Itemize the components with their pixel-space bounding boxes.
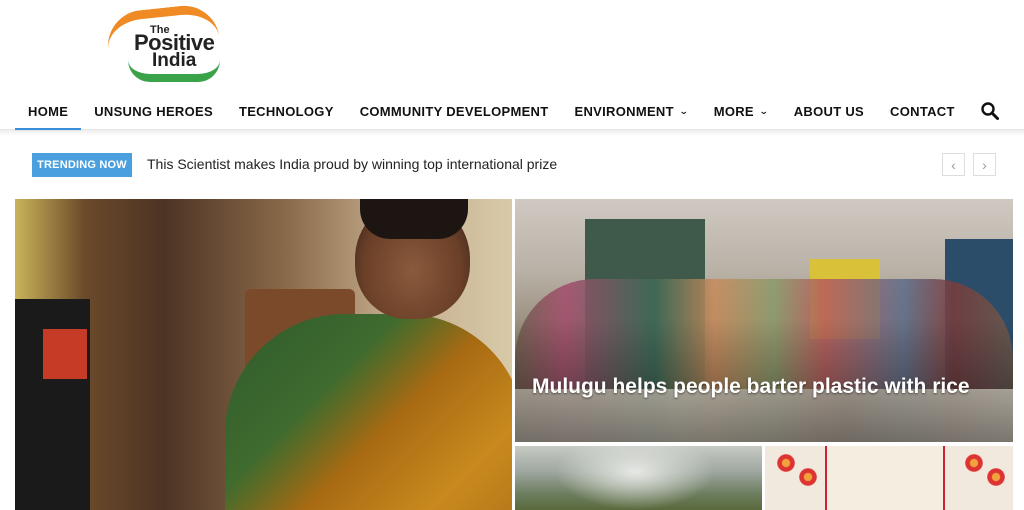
nav-item-label: ENVIRONMENT (574, 103, 674, 119)
nav-item-label: ABOUT US (793, 103, 865, 119)
nav-item-label: UNSUNG HEROES (94, 103, 213, 119)
nav-item-unsung-heroes[interactable]: UNSUNG HEROES (81, 92, 226, 130)
nav-item-home[interactable]: HOME (15, 92, 82, 131)
nav-item-technology[interactable]: TECHNOLOGY (226, 92, 347, 130)
nav-item-label: TECHNOLOGY (238, 103, 334, 119)
trending-headline-link[interactable]: This Scientist makes India proud by winn… (147, 156, 557, 172)
nav-menu: HOME UNSUNG HEROES TECHNOLOGY COMMUNITY … (15, 92, 968, 131)
trending-prev-button[interactable]: ‹ (942, 153, 965, 176)
nav-item-label: MORE (713, 103, 754, 119)
trending-next-button[interactable]: › (973, 153, 996, 176)
person-saree-shape (225, 314, 512, 510)
nav-shadow (0, 130, 1024, 136)
featured-story-card[interactable]: Mulugu helps people barter plastic with … (515, 199, 1013, 442)
trending-badge: TRENDING NOW (32, 153, 132, 177)
site-logo[interactable]: The Positive India (100, 2, 230, 86)
banner-shape (825, 446, 945, 510)
featured-story-title[interactable]: Mulugu helps people barter plastic with … (532, 373, 972, 401)
chevron-right-icon: › (982, 156, 987, 173)
nav-item-environment[interactable]: ENVIRONMENT ⌄ (561, 92, 700, 130)
chevron-down-icon: ⌄ (758, 105, 769, 116)
search-icon[interactable] (980, 101, 1000, 121)
lamp-red-shape (43, 329, 87, 379)
nav-item-contact[interactable]: CONTACT (877, 92, 968, 130)
flower-decoration (983, 464, 1009, 490)
nav-item-about-us[interactable]: ABOUT US (781, 92, 877, 130)
chevron-down-icon: ⌄ (678, 105, 689, 116)
logo-green-swoosh (128, 60, 220, 82)
chevron-left-icon: ‹ (951, 156, 956, 173)
nav-item-label: CONTACT (890, 103, 955, 119)
story-card-thumbnail[interactable] (765, 446, 1013, 510)
smoke-shape (555, 446, 715, 510)
nav-item-label: COMMUNITY DEVELOPMENT (359, 103, 549, 119)
story-card-thumbnail[interactable] (515, 446, 762, 510)
person-hair-shape (360, 199, 468, 239)
main-nav: HOME UNSUNG HEROES TECHNOLOGY COMMUNITY … (0, 92, 1024, 131)
featured-main-image[interactable] (15, 199, 512, 510)
nav-item-label: HOME (28, 103, 69, 119)
nav-item-more[interactable]: MORE ⌄ (701, 92, 781, 130)
nav-item-community-development[interactable]: COMMUNITY DEVELOPMENT (347, 92, 562, 130)
flower-decoration (795, 464, 821, 490)
